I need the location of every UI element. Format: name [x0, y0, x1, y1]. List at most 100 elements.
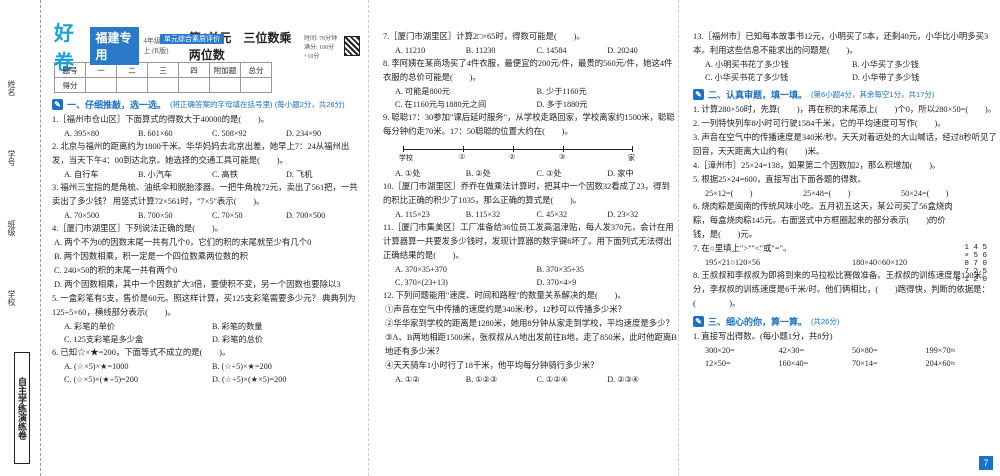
option[interactable]: B. 少于1160元 — [537, 85, 679, 98]
calc-item[interactable]: 50×80= — [852, 344, 926, 357]
fill-blank[interactable]: 50×24=( ) — [901, 187, 999, 200]
calc-item[interactable]: 42×30= — [779, 344, 853, 357]
statement: ②华华家到学校的距离是1280米，她用8分钟从家走到学校，平均速度是多少？ — [385, 317, 678, 331]
option[interactable]: C. 70×50 — [212, 209, 286, 222]
calc-item[interactable]: 160×40= — [779, 357, 853, 370]
option[interactable]: C. 14584 — [537, 44, 608, 57]
page-number: 7 — [979, 456, 993, 470]
option[interactable]: B. ①②③ — [466, 373, 537, 386]
fill-question[interactable]: 2. 一列特快列车8小时可行驶1584千米，它的平均速度可写作( )。 — [693, 117, 999, 131]
option[interactable]: D. 家中 — [607, 167, 678, 180]
option[interactable]: D. 23×32 — [607, 208, 678, 221]
option[interactable]: C. ①②④ — [537, 373, 608, 386]
options: A. 小明买书花了多少钱 B. 小华买了多少钱 — [705, 58, 999, 71]
option[interactable]: D. 20240 — [607, 44, 678, 57]
option[interactable]: A. 自行车 — [64, 168, 138, 181]
tick-label: ② — [509, 153, 516, 161]
option[interactable]: B. ②处 — [466, 167, 537, 180]
option[interactable]: B. 小汽车 — [138, 168, 212, 181]
calc-item[interactable]: 12×50= — [705, 357, 779, 370]
fill-blank[interactable]: 25×48=( ) — [803, 187, 901, 200]
score-cell[interactable] — [116, 77, 148, 93]
calc-item[interactable]: 199×70≈ — [926, 344, 1000, 357]
option[interactable]: A. ①处 — [395, 167, 466, 180]
fill-question[interactable]: 1. 计算280×50时，先算( )，再在积的末尾添上( )个0，所以280×5… — [693, 103, 999, 117]
option[interactable]: C. ③处 — [537, 167, 608, 180]
calc-item[interactable]: 300×20= — [705, 344, 779, 357]
option[interactable]: A. 可能是800元 — [395, 85, 537, 98]
score-cell[interactable] — [240, 77, 272, 93]
question: 7.［厦门市湖里区］计算2□×65时，得数可能是( )。 — [383, 32, 585, 41]
score-table: 题号 一 二 三 四 附加题 总分 得分 — [54, 62, 272, 93]
option[interactable]: C. (☆×5)×(★÷5)=200 — [64, 373, 212, 386]
question: 13.［福州市］已知每本故事书12元，小明买了5本，还剩40元，小华比小明多买3… — [693, 32, 989, 55]
fill-question: 7. 在○里填上">""<"或"="。 — [693, 244, 792, 253]
score-cell[interactable] — [147, 77, 179, 93]
option[interactable]: A. ①② — [395, 373, 466, 386]
options: A. 自行车 B. 小汽车 C. 高铁 D. 飞机 — [64, 168, 360, 181]
option[interactable]: D. ②③④ — [607, 373, 678, 386]
option[interactable]: C. 小华买书花了多少钱 — [705, 71, 852, 84]
option[interactable]: A. (☆×5)×★=1000 — [64, 360, 212, 373]
option[interactable]: D. 两个因数相乘，其中一个因数扩大3倍，要使积不变，另一个因数也要除以3 — [54, 278, 360, 292]
option[interactable]: A. 395×80 — [64, 127, 138, 140]
option[interactable]: A. 小明买书花了多少钱 — [705, 58, 852, 71]
option[interactable]: D. 小华带了多少钱 — [852, 71, 999, 84]
calc-row: 12×50= 160×40= 70×14= 204×60≈ — [705, 357, 999, 370]
option[interactable]: C. 45×32 — [537, 208, 608, 221]
fill-question[interactable]: 8. 王叔叔和李叔叔为即将到来的马拉松比赛做准备。王叔叔的训练速度是130米/分… — [693, 269, 999, 311]
option[interactable]: A. 115×23 — [395, 208, 466, 221]
question: 12. 下列问题能用"速度、时间和路程"的数量关系解决的是( )。 — [383, 291, 626, 300]
option[interactable]: D. 彩笔的总价 — [212, 333, 360, 346]
fill-blank[interactable]: 25×12=( ) — [705, 187, 803, 200]
option[interactable]: B. 两个因数相乘，积一定是一个四位数乘两位数的积 — [54, 250, 360, 264]
option[interactable]: B. 700×50 — [138, 209, 212, 222]
option[interactable]: B. 小华买了多少钱 — [852, 58, 999, 71]
unit-tag: 单元综合素质评价 — [160, 34, 224, 44]
option[interactable]: A. 70×500 — [64, 209, 138, 222]
tick-label: 学校 — [399, 154, 413, 162]
option[interactable]: C. 在1160元与1880元之间 — [395, 98, 537, 111]
fill-question[interactable]: 3. 声音在空气中的传播速度是340米/秒。天天对着远处的大山喊话，经过8秒听见… — [693, 131, 999, 159]
option[interactable]: C. 125支彩笔是多少盒 — [64, 333, 212, 346]
score-cell[interactable] — [209, 77, 241, 93]
section-note: (将正确答案的字母填在括号里) (每小题2分，共26分) — [170, 100, 345, 109]
score-cell[interactable] — [178, 77, 210, 93]
statement-text: ③A、B两地相距1500米，张叔叔从A地出发前往B地，走了850米，此时他距离B… — [385, 333, 677, 356]
options: C. 小华买书花了多少钱 D. 小华带了多少钱 — [705, 71, 999, 84]
compare-blank[interactable]: 195×21○120×56 — [705, 256, 852, 269]
option[interactable]: C. 508×92 — [212, 127, 286, 140]
options: A. 370×35+370 B. 370×35+35 — [395, 263, 678, 276]
fill-question[interactable]: 6. 烧肉粽是闽南的传统风味小吃。五月初五这天，某公司买了56盒烧肉粽，每盒烧肉… — [693, 200, 999, 242]
option[interactable]: D. 370×4×9 — [537, 276, 679, 289]
score-cell: 附加题 — [209, 62, 241, 78]
options: C. 370×(23+13) D. 370×4×9 — [395, 276, 678, 289]
option[interactable]: C. 高铁 — [212, 168, 286, 181]
option[interactable]: B. 彩笔的数量 — [212, 320, 360, 333]
option[interactable]: B. 115×32 — [466, 208, 537, 221]
option[interactable]: D. 多于1880元 — [537, 98, 679, 111]
option[interactable]: B. 601×60 — [138, 127, 212, 140]
option[interactable]: A. 两个不为0的因数末尾一共有几个0，它们的积的末尾就至少有几个0 — [54, 236, 360, 250]
option[interactable]: B. 11230 — [466, 44, 537, 57]
calc-item[interactable]: 70×14= — [852, 357, 926, 370]
option[interactable]: D. 234×90 — [286, 127, 360, 140]
fill-question[interactable]: 4.［漳州市］25×24=138，如果第二个因数加2，那么积增加( )。 — [693, 159, 999, 173]
option[interactable]: C. 240×50的积的末尾一共有两个0 — [54, 264, 360, 278]
calc-item[interactable]: 204×60≈ — [926, 357, 1000, 370]
student-id-label: 学号 — [7, 150, 16, 166]
option[interactable]: A. 370×35+370 — [395, 263, 537, 276]
score-cell[interactable] — [85, 77, 117, 93]
question: 9. 聪聪17：30参加"课后延时服务"，从学校走路回家，学校离家约1500米，… — [383, 113, 675, 136]
option-text: A. 两个不为0的因数末尾一共有几个0，它们的积的末尾就至少有几个0 — [54, 238, 312, 247]
option[interactable]: B. (☆÷5)×★=200 — [212, 360, 360, 373]
option[interactable]: A. 11210 — [395, 44, 466, 57]
option[interactable]: D. 飞机 — [286, 168, 360, 181]
option[interactable]: C. 370×(23+13) — [395, 276, 537, 289]
option[interactable]: D. (☆÷5)×(★×5)=200 — [212, 373, 360, 386]
options: A. ①② B. ①②③ C. ①②④ D. ②③④ — [395, 373, 678, 386]
option[interactable]: D. 700×500 — [286, 209, 360, 222]
vertical-line: 8 1 2 0 — [955, 276, 987, 284]
option[interactable]: B. 370×35+35 — [537, 263, 679, 276]
option[interactable]: A. 彩笔的单价 — [64, 320, 212, 333]
